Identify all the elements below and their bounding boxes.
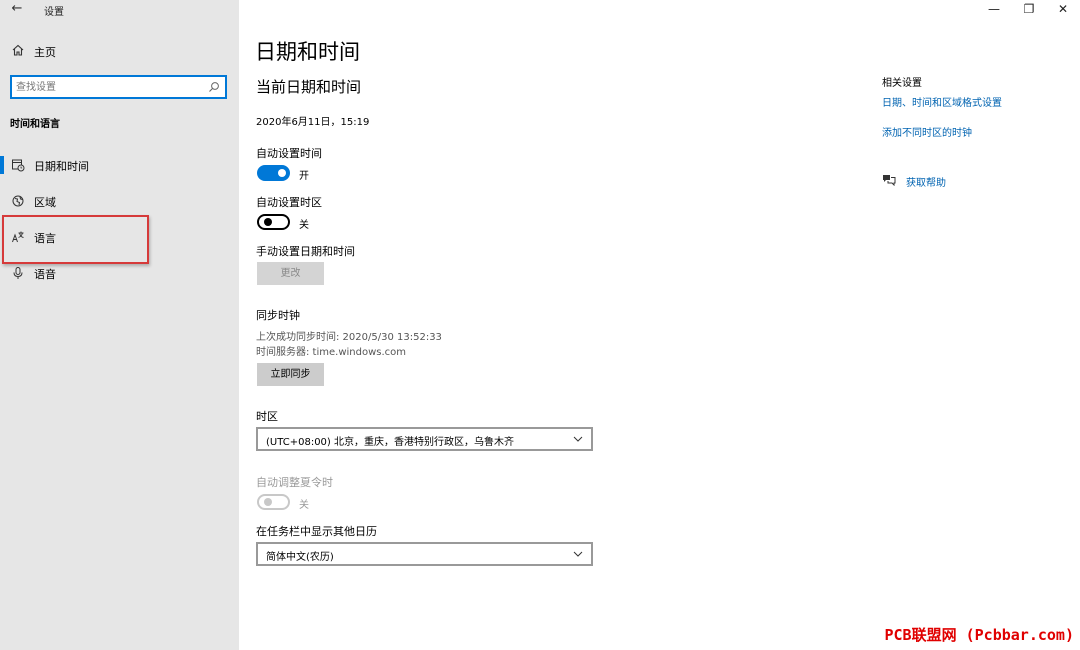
timezone-label: 时区 xyxy=(256,410,278,423)
change-button[interactable]: 更改 xyxy=(257,262,324,285)
section-subtitle: 当前日期和时间 xyxy=(256,78,362,96)
related-settings-title: 相关设置 xyxy=(882,78,922,89)
auto-timezone-state: 关 xyxy=(299,220,309,231)
calendar-value: 简体中文(农历) xyxy=(266,552,334,563)
watermark-text: PCB联盟网 (Pcbbar.com) xyxy=(884,626,1075,644)
dst-label: 自动调整夏令时 xyxy=(256,476,333,489)
search-box xyxy=(10,75,227,99)
calendar-label: 在任务栏中显示其他日历 xyxy=(256,525,377,538)
current-datetime: 2020年6月11日，15:19 xyxy=(256,117,370,128)
get-help-link[interactable]: 获取帮助 xyxy=(906,174,946,189)
chevron-down-icon xyxy=(573,551,583,557)
chevron-down-icon xyxy=(573,436,583,442)
back-arrow-icon[interactable]: ← xyxy=(6,0,28,18)
auto-time-label: 自动设置时间 xyxy=(256,147,322,160)
restore-icon[interactable]: ❐ xyxy=(1014,0,1044,18)
sidebar-section-title: 时间和语言 xyxy=(10,119,60,130)
minimize-icon[interactable]: — xyxy=(979,0,1009,18)
dst-toggle[interactable] xyxy=(257,494,290,510)
main-content: 日期和时间 当前日期和时间 2020年6月11日，15:19 自动设置时间 开 … xyxy=(239,0,1080,650)
calendar-dropdown[interactable]: 简体中文(农历) xyxy=(256,542,593,566)
manual-datetime-label: 手动设置日期和时间 xyxy=(256,245,355,258)
microphone-icon xyxy=(13,267,23,279)
page-title: 日期和时间 xyxy=(255,40,360,64)
timezone-value: (UTC+08:00) 北京，重庆，香港特别行政区，乌鲁木齐 xyxy=(266,437,515,448)
sidebar-item-label: 区域 xyxy=(34,196,56,209)
sidebar: ← 设置 主页 时间和语言 日期和时间 区域 xyxy=(0,0,239,650)
auto-time-state: 开 xyxy=(299,171,309,182)
add-clocks-link[interactable]: 添加不同时区的时钟 xyxy=(882,124,972,139)
auto-time-toggle[interactable] xyxy=(257,165,290,181)
search-input[interactable] xyxy=(16,79,201,95)
toggle-knob xyxy=(278,169,286,177)
sidebar-item-region[interactable]: 区域 xyxy=(0,186,239,216)
last-sync-text: 上次成功同步时间: 2020/5/30 13:52:33 xyxy=(256,332,442,343)
toggle-knob xyxy=(264,498,272,506)
sidebar-item-label: 语音 xyxy=(34,268,56,281)
region-format-link[interactable]: 日期、时间和区域格式设置 xyxy=(882,94,1002,109)
sync-clock-title: 同步时钟 xyxy=(256,309,300,322)
auto-timezone-label: 自动设置时区 xyxy=(256,196,322,209)
timezone-dropdown[interactable]: (UTC+08:00) 北京，重庆，香港特别行政区，乌鲁木齐 xyxy=(256,427,593,451)
annotation-highlight-box xyxy=(2,215,149,264)
sidebar-home[interactable]: 主页 xyxy=(0,40,239,64)
home-icon xyxy=(12,44,24,56)
sync-now-button[interactable]: 立即同步 xyxy=(257,363,324,386)
time-server-text: 时间服务器: time.windows.com xyxy=(256,347,407,358)
dst-state: 关 xyxy=(299,500,309,511)
globe-region-icon xyxy=(12,195,24,207)
calendar-clock-icon xyxy=(12,159,25,172)
close-icon[interactable]: ✕ xyxy=(1048,0,1078,18)
app-title: 设置 xyxy=(44,7,64,18)
toggle-knob xyxy=(264,218,272,226)
sidebar-home-label: 主页 xyxy=(34,46,56,59)
auto-timezone-toggle[interactable] xyxy=(257,214,290,230)
search-icon[interactable] xyxy=(208,81,220,93)
help-chat-icon xyxy=(883,175,896,186)
sidebar-item-label: 日期和时间 xyxy=(34,160,89,173)
sidebar-item-date-time[interactable]: 日期和时间 xyxy=(0,150,239,180)
